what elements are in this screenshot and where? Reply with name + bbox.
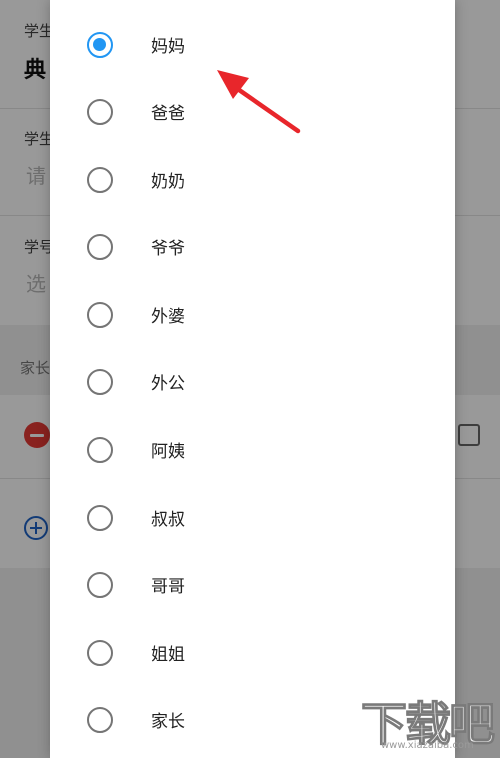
option-mama[interactable]: 妈妈 [50, 11, 455, 78]
option-label: 哥哥 [151, 577, 185, 597]
radio-button[interactable] [87, 166, 113, 193]
radio-button[interactable] [87, 301, 113, 328]
radio-button[interactable] [87, 706, 113, 733]
radio-button[interactable] [87, 31, 113, 58]
option-label: 爸爸 [151, 104, 185, 124]
option-nainai[interactable]: 奶奶 [50, 146, 455, 213]
option-label: 叔叔 [151, 510, 185, 530]
option-waipo[interactable]: 外婆 [50, 281, 455, 348]
watermark-url: www.xiazaiba.com [381, 740, 474, 751]
option-label: 奶奶 [151, 172, 185, 192]
option-label: 妈妈 [151, 37, 185, 57]
option-label: 外婆 [151, 307, 185, 327]
radio-button[interactable] [87, 233, 113, 260]
radio-button[interactable] [87, 639, 113, 666]
option-waigong[interactable]: 外公 [50, 348, 455, 415]
radio-button[interactable] [87, 571, 113, 598]
relationship-picker-dialog: 妈妈 爸爸 奶奶 爷爷 外婆 外公 阿姨 叔叔 哥哥 姐姐 家长 [50, 0, 455, 758]
option-yeye[interactable]: 爷爷 [50, 213, 455, 280]
option-gege[interactable]: 哥哥 [50, 551, 455, 618]
option-label: 爷爷 [151, 239, 185, 259]
radio-button[interactable] [87, 436, 113, 463]
option-shushu[interactable]: 叔叔 [50, 484, 455, 551]
radio-button[interactable] [87, 504, 113, 531]
option-label: 家长 [151, 712, 185, 732]
option-label: 阿姨 [151, 442, 185, 462]
option-baba[interactable]: 爸爸 [50, 78, 455, 145]
option-label: 姐姐 [151, 645, 185, 665]
watermark-logo: 下载吧 www.xiazaiba.com [355, 688, 495, 754]
option-ayi[interactable]: 阿姨 [50, 416, 455, 483]
radio-button[interactable] [87, 98, 113, 125]
option-label: 外公 [151, 374, 185, 394]
radio-button[interactable] [87, 368, 113, 395]
option-jiejie[interactable]: 姐姐 [50, 619, 455, 686]
